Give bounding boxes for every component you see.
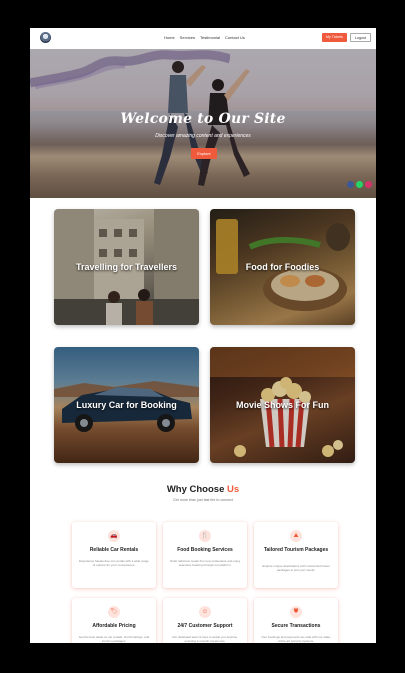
my-tickets-button[interactable]: My Tickets <box>322 33 347 42</box>
hero-banner: Welcome to Our Site Discover amazing con… <box>30 49 376 198</box>
car-icon: 🚗 <box>108 530 120 542</box>
utensils-icon: 🍴 <box>199 530 211 542</box>
headset-icon: ☺ <box>199 606 211 618</box>
hero-subtitle: Discover amazing content and experiences <box>155 133 251 139</box>
feature-desc: Your bookings and payments are safe with… <box>261 635 331 643</box>
nav-link-services[interactable]: Services <box>180 35 195 40</box>
feature-title: Tailored Tourism Packages <box>263 547 329 553</box>
feature-title: Reliable Car Rentals <box>89 547 139 553</box>
feature-card: ☺ 24/7 Customer Support Our dedicated te… <box>163 598 247 643</box>
card-label: Luxury Car for Booking <box>76 400 177 410</box>
feature-desc: Our dedicated team is here to assist you… <box>172 635 238 643</box>
feature-title: 24/7 Customer Support <box>177 623 233 629</box>
feature-desc: Experience hassle-free car rentals with … <box>79 559 149 568</box>
feature-card: 🚗 Reliable Car Rentals Experience hassle… <box>72 522 156 588</box>
feature-title: Affordable Pricing <box>92 623 136 629</box>
shield-icon: ⛊ <box>290 606 302 618</box>
facebook-icon[interactable] <box>347 181 354 188</box>
nav-link-testimonial[interactable]: Testimonial <box>200 35 220 40</box>
feature-desc: Get the best deals on car rentals, food … <box>78 635 150 643</box>
logout-button[interactable]: Logout <box>350 33 371 42</box>
tag-icon: 🏷 <box>108 606 120 618</box>
card-movies[interactable]: Movie Shows For Fun <box>210 347 355 463</box>
feature-card: 🍴 Food Booking Services Order delicious … <box>163 522 247 588</box>
social-links <box>347 181 372 188</box>
navbar: Home Services Testimonial Contact Us My … <box>30 28 376 49</box>
why-choose-title: Why Choose Us <box>30 484 376 495</box>
feature-desc: Explore unique destinations with customi… <box>262 564 330 573</box>
feature-card: ⛊ Secure Transactions Your bookings and … <box>254 598 338 643</box>
why-choose-subtitle: Get more than just fast fee to connect <box>173 498 233 502</box>
why-title-accent: Us <box>227 484 240 495</box>
card-label: Food for Foodies <box>245 262 320 272</box>
card-label: Movie Shows For Fun <box>235 400 329 410</box>
card-car[interactable]: Luxury Car for Booking <box>54 347 199 463</box>
page: Home Services Testimonial Contact Us My … <box>30 28 376 643</box>
hero-title: Welcome to Our Site <box>120 111 286 127</box>
whatsapp-icon[interactable] <box>356 181 363 188</box>
feature-desc: Order delicious meals from top restauran… <box>169 559 241 568</box>
why-title-prefix: Why Choose <box>166 484 227 495</box>
explore-button[interactable]: Explore <box>191 148 217 159</box>
feature-title: Secure Transactions <box>271 623 321 629</box>
instagram-icon[interactable] <box>365 181 372 188</box>
site-logo[interactable] <box>40 32 51 43</box>
map-icon: ⛰ <box>290 530 302 542</box>
card-label: Travelling for Travellers <box>75 262 178 272</box>
feature-card: 🏷 Affordable Pricing Get the best deals … <box>72 598 156 643</box>
card-food[interactable]: Food for Foodies <box>210 209 355 325</box>
feature-title: Food Booking Services <box>177 547 233 553</box>
card-travel[interactable]: Travelling for Travellers <box>54 209 199 325</box>
feature-card: ⛰ Tailored Tourism Packages Explore uniq… <box>254 522 338 588</box>
nav-link-contact[interactable]: Contact Us <box>225 35 245 40</box>
nav-menu: Home Services Testimonial Contact Us <box>164 35 245 40</box>
nav-link-home[interactable]: Home <box>164 35 175 40</box>
